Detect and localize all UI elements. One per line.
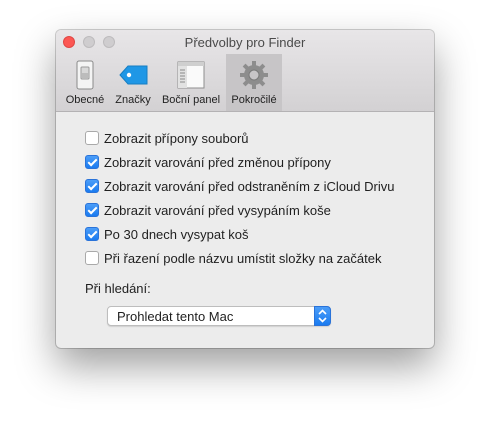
tab-general[interactable]: Obecné (60, 54, 110, 111)
window-title: Předvolby pro Finder (184, 35, 306, 50)
tag-icon (116, 59, 150, 94)
sidebar-icon (176, 59, 206, 94)
toolbar: Předvolby pro Finder Obecné Značky Boční… (56, 30, 434, 112)
option-label: Zobrazit varování před odstraněním z iCl… (104, 178, 395, 194)
advanced-pane: Zobrazit přípony souborů Zobrazit varová… (56, 112, 434, 348)
option-folders-on-top[interactable]: Při řazení podle názvu umístit složky na… (85, 250, 381, 266)
checkbox[interactable] (85, 251, 99, 265)
checkbox[interactable] (85, 155, 99, 169)
search-scope-label: Při hledání: (85, 281, 151, 296)
option-warn-empty-trash[interactable]: Zobrazit varování před vysypáním koše (85, 202, 331, 218)
tab-advanced[interactable]: Pokročilé (226, 54, 282, 111)
option-label: Zobrazit přípony souborů (104, 130, 249, 146)
tab-label: Značky (115, 94, 151, 106)
search-scope-select[interactable]: Prohledat tento Mac (107, 306, 331, 326)
tab-sidebar[interactable]: Boční panel (156, 54, 226, 111)
checkbox[interactable] (85, 227, 99, 241)
option-label: Zobrazit varování před vysypáním koše (104, 202, 331, 218)
option-warn-extension-change[interactable]: Zobrazit varování před změnou přípony (85, 154, 331, 170)
option-empty-trash-30-days[interactable]: Po 30 dnech vysypat koš (85, 226, 249, 242)
option-show-extensions[interactable]: Zobrazit přípony souborů (85, 130, 249, 146)
tab-label: Obecné (65, 94, 105, 106)
checkbox[interactable] (85, 179, 99, 193)
option-label: Po 30 dnech vysypat koš (104, 226, 249, 242)
switch-icon (70, 59, 100, 94)
tab-tags[interactable]: Značky (110, 54, 156, 111)
checkbox[interactable] (85, 131, 99, 145)
updown-arrows-icon (314, 306, 331, 326)
search-scope-value: Prohledat tento Mac (117, 309, 234, 324)
tab-label: Pokročilé (231, 94, 277, 106)
finder-preferences-window: Předvolby pro Finder Obecné Značky Boční… (56, 30, 434, 348)
gear-icon (238, 59, 270, 94)
checkbox[interactable] (85, 203, 99, 217)
tab-label: Boční panel (161, 94, 221, 106)
option-label: Při řazení podle názvu umístit složky na… (104, 250, 382, 266)
option-warn-icloud-remove[interactable]: Zobrazit varování před odstraněním z iCl… (85, 178, 394, 194)
option-label: Zobrazit varování před změnou přípony (104, 154, 331, 170)
